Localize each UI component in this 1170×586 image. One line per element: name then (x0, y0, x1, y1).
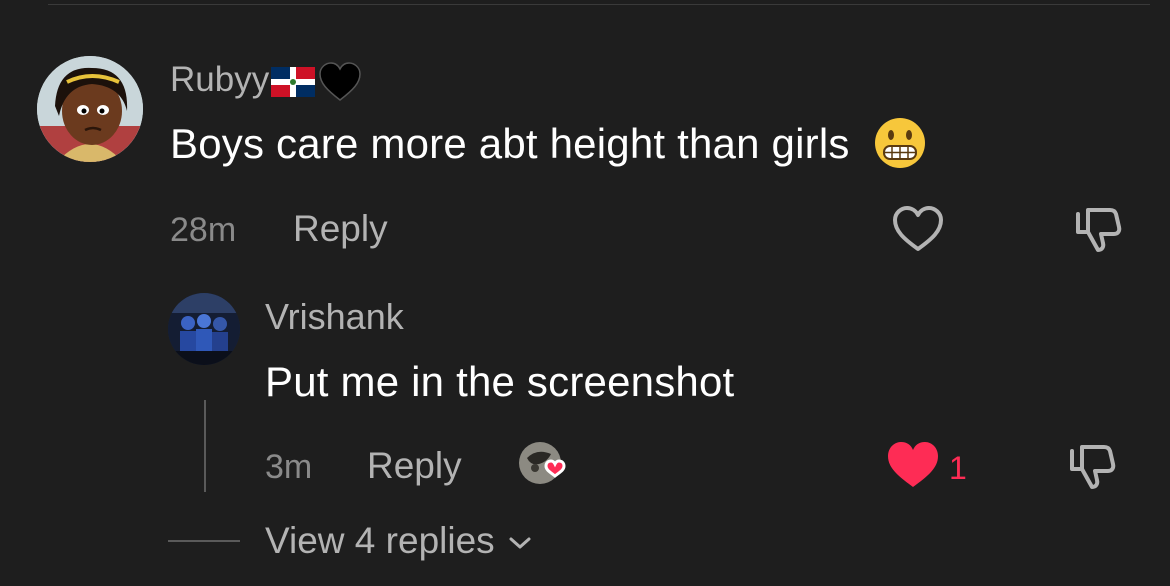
comment-username[interactable]: Rubyy (170, 60, 363, 103)
comment-timestamp: 28m (170, 211, 237, 249)
view-replies-button[interactable]: View 4 replies (265, 520, 533, 562)
thread-line (204, 400, 206, 492)
liked-heart-icon[interactable] (886, 440, 940, 490)
dislike-icon[interactable] (1072, 206, 1124, 254)
avatar[interactable] (37, 56, 143, 162)
grimacing-face-emoji-icon (875, 117, 926, 168)
like-heart-icon[interactable] (892, 205, 944, 253)
like-count: 1 (949, 450, 967, 486)
cartoon-avatar-image (37, 56, 143, 162)
reply-button[interactable]: Reply (293, 208, 388, 250)
black-heart-icon (319, 61, 361, 101)
reply-username[interactable]: Vrishank (265, 296, 404, 338)
top-divider (48, 4, 1150, 5)
creator-liked-avatar-icon (519, 442, 566, 484)
group-photo-avatar-image (168, 293, 240, 365)
view-replies-line (168, 540, 240, 542)
reply-avatar[interactable] (168, 293, 240, 365)
reply-text: Put me in the screenshot (265, 358, 735, 405)
reply-dislike-icon[interactable] (1066, 443, 1118, 491)
chevron-down-icon (509, 537, 531, 549)
reply-timestamp: 3m (265, 448, 313, 486)
dominican-flag-icon (271, 66, 316, 97)
reply-reply-button[interactable]: Reply (367, 445, 462, 487)
comment-text: Boys care more abt height than girls (170, 117, 927, 170)
